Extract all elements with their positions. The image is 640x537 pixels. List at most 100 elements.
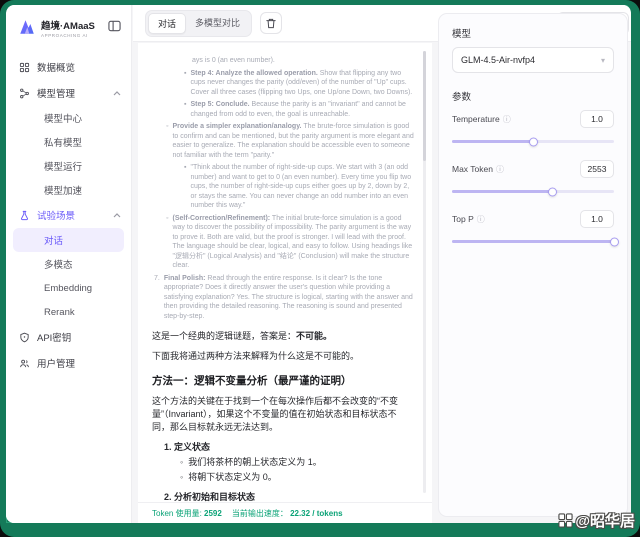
sub-item-label: 私有模型 [44, 138, 83, 149]
sub-item-label: 多模态 [44, 260, 73, 271]
param-top-p: Top Pⓘ 1.0 [452, 210, 619, 246]
sidebar-item-model-run[interactable]: 模型运行 [6, 154, 131, 178]
sidebar-item-playground[interactable]: 试验场景 [6, 202, 131, 228]
slider-thumb[interactable] [610, 237, 619, 246]
token-usage: Token 使用量: 2592 [152, 508, 222, 518]
list-title: 1. 定义状态 [164, 442, 211, 452]
answer-paragraph: 这是一个经典的逻辑谜题，答案是：不可能。 [152, 331, 333, 341]
sidebar-item-model-accel[interactable]: 模型加速 [6, 178, 131, 202]
sidebar-nav: 数据概览 模型管理 模型中心 私有模型 模型运行 模型加速 试验场景 对话 多模… [6, 54, 131, 376]
top-p-input[interactable]: 1.0 [580, 210, 614, 228]
sidebar-item-label: 数据概览 [37, 63, 76, 74]
info-icon[interactable]: ⓘ [496, 164, 504, 175]
bullet-marker: ◦ [180, 457, 184, 467]
main-area: 对话 多模型对比 </> 查看代码 [133, 5, 631, 523]
sidebar-item-embedding[interactable]: Embedding [6, 276, 131, 300]
collapse-sidebar-icon[interactable] [108, 20, 121, 32]
sidebar-item-label: 用户管理 [37, 359, 76, 370]
mode-tabs: 对话 多模型对比 [145, 9, 253, 37]
model-label: 模型 [452, 29, 472, 40]
sidebar-item-rerank[interactable]: Rerank [6, 300, 131, 324]
chat-message-area[interactable]: ays is 0 (an even number). ▪ Step 4: Ana… [138, 43, 432, 502]
method-heading: 方法一：逻辑不变量分析（最严谨的证明） [152, 375, 352, 387]
tab-chat[interactable]: 对话 [148, 12, 187, 34]
temperature-input[interactable]: 1.0 [580, 110, 614, 128]
app-subtitle: APPROACHING AI [41, 33, 88, 38]
slider-fill [452, 187, 558, 196]
sidebar-item-api-keys[interactable]: API密钥 [6, 324, 131, 350]
chat-scrollbar-thumb[interactable] [423, 51, 426, 161]
slider-fill [452, 237, 619, 246]
clear-chat-button[interactable] [260, 12, 283, 34]
param-name: Top Pⓘ [452, 214, 485, 225]
assistant-answer-block: 这是一个经典的逻辑谜题，答案是：不可能。 下面我将通过两种方法来解释为什么这是不… [152, 330, 414, 502]
tab-multi-model-compare[interactable]: 多模型对比 [186, 13, 249, 34]
info-icon[interactable]: ⓘ [503, 114, 511, 125]
sidebar-item-label: 试验场景 [37, 211, 76, 222]
thinking-line: 7. Final Polish: Read through the entire… [154, 274, 413, 320]
sub-item-label: 模型加速 [44, 186, 83, 197]
answer-paragraph: 下面我将通过两种方法来解释为什么这是不可能的。 [152, 351, 360, 361]
sub-item-label: Rerank [44, 306, 75, 318]
param-max-token: Max Token ⓘ 2553 [452, 160, 614, 196]
sidebar-item-model-center[interactable]: 模型中心 [6, 106, 131, 130]
users-icon [20, 359, 29, 367]
flask-icon [21, 210, 28, 220]
logo: 趋境·AMaaS APPROACHING AI [6, 5, 131, 38]
slider-thumb[interactable] [529, 137, 538, 146]
bullet-marker: ▪ [184, 69, 187, 77]
nodes-icon [20, 88, 29, 98]
thinking-line: ▪ Step 4: Analyze the allowed operation.… [184, 69, 413, 96]
sidebar: 趋境·AMaaS APPROACHING AI 数据概览 模型管理 模型中心 私… [6, 5, 132, 523]
sidebar-item-overview[interactable]: 数据概览 [6, 54, 131, 80]
slider-thumb[interactable] [548, 187, 558, 196]
chevron-up-icon [113, 90, 121, 95]
thinking-line: ▪ "Think about the number of right-side-… [184, 164, 412, 209]
grid-icon [558, 513, 573, 528]
param-name: Max Token ⓘ [452, 164, 504, 175]
bullet-marker: ◦ [166, 123, 169, 130]
output-speed: 当前输出速度： 22.32 / tokens [231, 508, 343, 518]
sidebar-item-model-mgmt[interactable]: 模型管理 [6, 80, 131, 106]
app-frame: 趋境·AMaaS APPROACHING AI 数据概览 模型管理 模型中心 私… [0, 0, 640, 537]
sidebar-item-label: API密钥 [37, 333, 72, 344]
sub-item-label: 模型运行 [44, 162, 83, 173]
thinking-line: ◦ Provide a simpler explanation/analogy.… [166, 123, 414, 159]
max-token-slider[interactable] [452, 186, 614, 196]
token-stats-bar: Token 使用量: 2592 当前输出速度： 22.32 / tokens [138, 502, 432, 523]
watermark: @昭华居 [558, 510, 635, 531]
sidebar-item-private-models[interactable]: 私有模型 [6, 130, 131, 154]
sub-item-label: 模型中心 [44, 114, 83, 125]
sidebar-item-user-mgmt[interactable]: 用户管理 [6, 350, 131, 376]
app-title: 趋境·AMaaS [41, 21, 95, 32]
screenshot: 趋境·AMaaS APPROACHING AI 数据概览 模型管理 模型中心 私… [0, 0, 640, 537]
list-number: 7. [154, 274, 160, 282]
app-window: 趋境·AMaaS APPROACHING AI 数据概览 模型管理 模型中心 私… [6, 5, 631, 523]
max-token-input[interactable]: 2553 [580, 160, 614, 178]
bullet-marker: ▪ [184, 101, 187, 108]
param-temperature: Temperature ⓘ 1.0 [452, 110, 614, 146]
temperature-slider[interactable] [452, 136, 614, 146]
assistant-thinking-block: ays is 0 (an even number). ▪ Step 4: Ana… [152, 56, 414, 321]
list-title: 2. 分析初始和目标状态 [164, 492, 256, 502]
settings-panel: 模型 GLM-4.5-Air-nvfp4 ▾ 参数 Temperature ⓘ 1… [438, 13, 628, 517]
trash-icon [266, 18, 276, 28]
list-item: ◦ 将朝下状态定义为 0。 [180, 472, 277, 482]
logo-icon [20, 20, 34, 34]
model-select-value: GLM-4.5-Air-nvfp4 [461, 55, 536, 65]
thinking-line: ▪ Step 5: Conclude. Because the parity i… [184, 101, 406, 118]
shield-icon [20, 332, 29, 342]
sidebar-item-multimodal[interactable]: 多模态 [6, 252, 131, 276]
bullet-marker: ▪ [184, 164, 187, 171]
sidebar-item-chat[interactable]: 对话 [13, 228, 124, 252]
watermark-text: @昭华居 [575, 513, 635, 530]
thinking-line: ays is 0 (an even number). [192, 57, 275, 64]
dashboard-icon [19, 62, 30, 72]
bullet-marker: ◦ [180, 472, 184, 482]
list-item: ◦ 我们将茶杯的朝上状态定义为 1。 [180, 457, 322, 467]
model-select[interactable]: GLM-4.5-Air-nvfp4 ▾ [452, 47, 614, 73]
top-p-slider[interactable] [452, 236, 619, 246]
sub-item-label: 对话 [44, 236, 64, 247]
bullet-marker: ◦ [166, 214, 169, 222]
info-icon[interactable]: ⓘ [477, 214, 485, 225]
